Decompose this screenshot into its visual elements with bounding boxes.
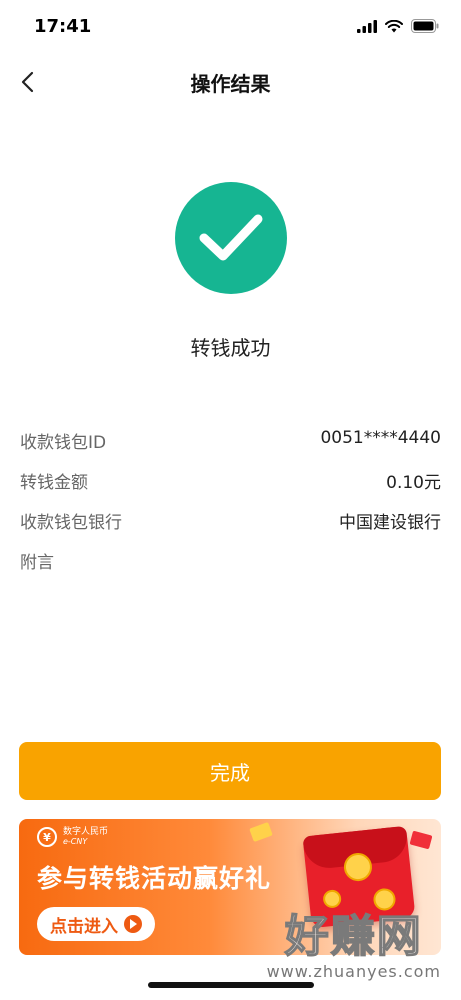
- status-bar: 17:41: [0, 0, 461, 56]
- done-button[interactable]: 完成: [19, 742, 441, 800]
- detail-value: 中国建设银行: [339, 513, 441, 533]
- detail-label: 收款钱包ID: [20, 433, 107, 453]
- detail-value: 0051****4440: [320, 428, 441, 448]
- play-arrow-icon: [124, 915, 142, 933]
- ecny-logo: ¥ 数字人民币 e-CNY: [37, 827, 108, 847]
- status-icons: [357, 19, 439, 33]
- banner-cta-button[interactable]: 点击进入: [37, 907, 155, 941]
- watermark: 好赚网 www.zhuanyes.com: [266, 911, 441, 981]
- battery-icon: [411, 19, 439, 33]
- banner-headline: 参与转钱活动赢好礼: [37, 864, 272, 893]
- result-message: 转钱成功: [190, 336, 271, 360]
- watermark-url: www.zhuanyes.com: [266, 962, 441, 981]
- banner-cta-label: 点击进入: [50, 916, 118, 937]
- transfer-details: 收款钱包ID 0051****4440 转钱金额 0.10元 收款钱包银行 中国…: [20, 422, 441, 582]
- watermark-logo: 好赚网: [284, 911, 423, 963]
- detail-label: 附言: [20, 553, 54, 573]
- detail-row-amount: 转钱金额 0.10元: [20, 462, 441, 502]
- detail-row-bank: 收款钱包银行 中国建设银行: [20, 502, 441, 542]
- detail-label: 转钱金额: [20, 473, 88, 493]
- status-time: 17:41: [34, 16, 92, 37]
- home-indicator[interactable]: [148, 982, 314, 988]
- detail-row-memo: 附言: [20, 542, 441, 582]
- small-envelope-icon: [409, 830, 433, 850]
- logo-en-text: e-CNY: [63, 837, 88, 846]
- detail-row-wallet-id: 收款钱包ID 0051****4440: [20, 422, 441, 462]
- nav-bar: 操作结果: [0, 56, 461, 108]
- detail-value: 0.10元: [386, 473, 441, 493]
- yuan-icon: ¥: [37, 827, 57, 847]
- wifi-icon: [385, 19, 403, 32]
- logo-cn-text: 数字人民币: [63, 827, 109, 837]
- detail-label: 收款钱包银行: [20, 513, 122, 533]
- page-title: 操作结果: [190, 72, 271, 96]
- success-check-icon: [175, 182, 287, 294]
- signal-icon: [357, 19, 377, 33]
- small-envelope-icon: [249, 822, 273, 842]
